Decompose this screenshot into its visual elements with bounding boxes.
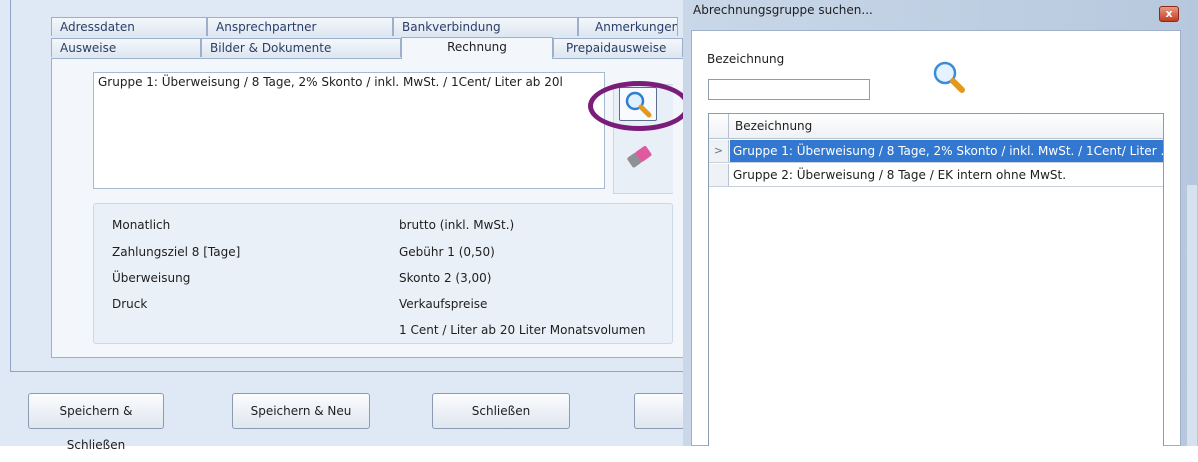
tab-anmerkungen[interactable]: Anmerkungen xyxy=(578,17,678,36)
detail-fee: Gebühr 1 (0,50) xyxy=(399,245,495,259)
table-cell: Gruppe 2: Überweisung / 8 Tage / EK inte… xyxy=(733,168,1067,182)
save-new-button[interactable]: Speichern & Neu xyxy=(232,393,370,429)
row-indicator: > xyxy=(709,140,729,162)
search-dialog: Abrechnungsgruppe suchen... x Bezeichnun… xyxy=(683,0,1198,446)
column-header-bezeichnung[interactable]: Bezeichnung xyxy=(735,119,812,133)
tab-ausweise[interactable]: Ausweise xyxy=(51,38,201,57)
row-header xyxy=(709,164,729,186)
tab-prepaidausweise[interactable]: Prepaidausweise xyxy=(553,38,683,57)
detail-discount: Skonto 2 (3,00) xyxy=(399,271,492,285)
scrollbar-edge[interactable] xyxy=(1187,185,1197,446)
billing-group-field[interactable]: Gruppe 1: Überweisung / 8 Tage, 2% Skont… xyxy=(93,72,605,189)
dialog-search-button[interactable] xyxy=(929,58,969,98)
dialog-close-button[interactable]: x xyxy=(1159,6,1179,22)
tab-bankverbindung[interactable]: Bankverbindung xyxy=(393,17,578,36)
results-grid: Bezeichnung > Gruppe 1: Überweisung / 8 … xyxy=(708,113,1164,446)
group-details-box: Monatlich Zahlungsziel 8 [Tage] Überweis… xyxy=(93,203,673,344)
close-button[interactable]: Schließen xyxy=(432,393,570,429)
row-header-corner xyxy=(709,114,729,138)
dialog-title: Abrechnungsgruppe suchen... xyxy=(693,3,873,17)
highlight-ring xyxy=(588,81,690,131)
billing-group-text: Gruppe 1: Überweisung / 8 Tage, 2% Skont… xyxy=(98,75,563,89)
detail-volume-rule: 1 Cent / Liter ab 20 Liter Monatsvolumen xyxy=(399,323,646,337)
detail-tax-mode: brutto (inkl. MwSt.) xyxy=(399,218,515,232)
detail-print: Druck xyxy=(112,297,148,311)
magnifier-icon xyxy=(933,61,965,93)
tab-rechnung[interactable]: Rechnung xyxy=(401,37,553,59)
bezeichnung-search-input[interactable] xyxy=(708,79,870,100)
table-row[interactable]: Gruppe 2: Überweisung / 8 Tage / EK inte… xyxy=(709,164,1163,187)
clear-group-button[interactable] xyxy=(622,140,660,174)
table-cell: Gruppe 1: Überweisung / 8 Tage, 2% Skont… xyxy=(730,140,1163,162)
detail-payment-term: Zahlungsziel 8 [Tage] xyxy=(112,245,241,259)
tab-ansprechpartner[interactable]: Ansprechpartner xyxy=(207,17,393,36)
field-label: Bezeichnung xyxy=(707,52,785,66)
detail-interval: Monatlich xyxy=(112,218,171,232)
table-row[interactable]: > Gruppe 1: Überweisung / 8 Tage, 2% Sko… xyxy=(709,140,1163,163)
tab-adressdaten[interactable]: Adressdaten xyxy=(51,17,207,36)
save-close-button[interactable]: Speichern & Schließen xyxy=(28,393,164,452)
detail-prices: Verkaufspreise xyxy=(399,297,488,311)
grid-header: Bezeichnung xyxy=(709,114,1163,139)
detail-payment-method: Überweisung xyxy=(112,271,191,285)
tab-bilder-dokumente[interactable]: Bilder & Dokumente xyxy=(201,38,401,57)
eraser-icon xyxy=(627,145,652,168)
customer-form-window: Adressdaten Ansprechpartner Bankverbindu… xyxy=(0,0,701,452)
